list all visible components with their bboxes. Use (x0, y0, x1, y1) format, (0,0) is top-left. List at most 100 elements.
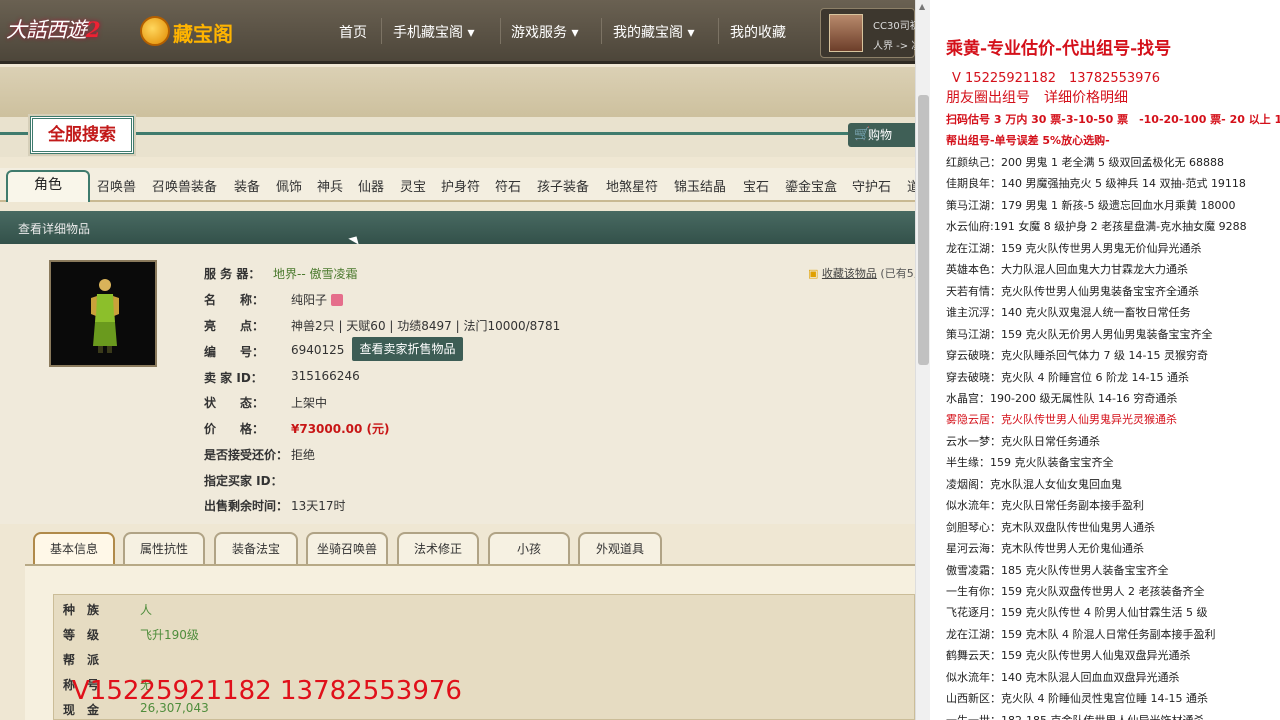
dhxy-logo[interactable]: 大話西遊2 (6, 14, 118, 50)
seller-label: 卖 家 ID： (204, 371, 263, 385)
promo-list-item: 天若有情：克火队传世男人仙男鬼装备宝宝齐全通杀 (946, 284, 1199, 298)
seller-value: 315166246 (291, 369, 360, 383)
attr-label: 种族 (63, 603, 112, 617)
category-tab[interactable]: 召唤兽装备 (152, 176, 217, 195)
tab-basic-info[interactable]: 基本信息 (33, 532, 115, 564)
cart-button[interactable]: 🛒 购物 (848, 123, 915, 147)
highlight-label: 亮 点： (204, 319, 265, 333)
divider (0, 132, 30, 135)
category-tab[interactable]: 灵宝 (400, 176, 426, 195)
name-label: 名 称： (204, 293, 265, 307)
promo-friends: 朋友圈出组号 详细价格明细 (946, 90, 1128, 106)
banner-band (0, 67, 915, 117)
status-label: 状 态： (204, 396, 265, 410)
promo-list-item: 一生一世：182-185 克金队传世男人仙异光饰材通杀 (946, 712, 1204, 720)
category-tab[interactable]: 仙器 (358, 176, 384, 195)
coin-icon (140, 16, 170, 46)
scroll-up-icon[interactable]: ▲ (919, 2, 925, 11)
server-label: 服 务 器： (204, 267, 261, 281)
tab-mounts[interactable]: 坐骑召唤兽 (306, 532, 388, 564)
promo-contact: V 15225921182 13782553976 (952, 71, 1160, 86)
promo-list-item: 星河云海：克木队传世男人无价鬼仙通杀 (946, 542, 1144, 556)
nav-game-service[interactable]: 游戏服务 ▾ (511, 22, 578, 42)
promo-list-item: 似水流年：140 克木队混人回血血双盘异光通杀 (946, 670, 1180, 684)
detail-strip: 查看详细物品 (0, 211, 915, 244)
promo-list-item: 水晶宫：190-200 级无属性队 14-16 穷奇通杀 (946, 391, 1178, 405)
promo-panel: 乘黄-专业估价-代出组号-找号 V 15225921182 1378255397… (930, 0, 1280, 720)
promo-title: 乘黄-专业估价-代出组号-找号 (946, 39, 1172, 59)
promo-list-item: 水云仙府:191 女魔 8 级护身 2 老孩星盘满-克水抽女魔 9288 (946, 220, 1247, 234)
category-tab[interactable]: 神兵 (317, 176, 343, 195)
nav-mobile-cbg[interactable]: 手机藏宝阁 ▾ (393, 22, 474, 42)
category-tab[interactable]: 鎏金宝盒 (785, 176, 837, 195)
designated-buyer-label: 指定买家 ID： (204, 474, 283, 488)
tab-spell[interactable]: 法术修正 (397, 532, 479, 564)
category-tab[interactable]: 守护石 (852, 176, 891, 195)
cbg-logo[interactable]: 藏宝阁 (140, 14, 244, 50)
nav-my-favorites[interactable]: 我的收藏 (730, 22, 786, 42)
user-name: CC30司初 (873, 21, 920, 32)
attr-value: 飞升190级 (140, 628, 199, 642)
category-tab[interactable]: 符石 (495, 176, 521, 195)
tab-equipment[interactable]: 装备法宝 (214, 532, 298, 564)
tab-attributes[interactable]: 属性抗性 (123, 532, 205, 564)
id-value: 6940125 (291, 343, 345, 357)
category-tab[interactable]: 宝石 (743, 176, 769, 195)
promo-list-item: 傲雪凌霜：185 克火队传世男人装备宝宝齐全 (946, 563, 1169, 577)
category-tab[interactable]: 护身符 (441, 176, 480, 195)
scrollbar[interactable]: ▲ (915, 0, 930, 720)
divider (134, 132, 850, 135)
promo-list-item: 穿云破晓：克火队睡杀回气体力 7 级 14-15 灵猴穷奇 (946, 349, 1208, 363)
category-tab[interactable]: 地煞星符 (606, 176, 658, 195)
nav-home[interactable]: 首页 (339, 22, 367, 42)
promo-list-item: 剑胆琴心：克木队双盘队传世仙鬼男人通杀 (946, 520, 1155, 534)
nav-divider (718, 18, 719, 44)
price-value: ¥73000.00 (元) (291, 422, 390, 436)
promo-list-item: 龙在江湖：159 克火队传世男人男鬼无价仙异光通杀 (946, 241, 1202, 255)
promo-list-item: 英雄本色：大力队混人回血鬼大力甘霖龙大力通杀 (946, 263, 1188, 277)
status-value: 上架中 (291, 396, 328, 410)
attr-label: 等级 (63, 628, 112, 642)
promo-list-item: 谁主沉浮：140 克火队双鬼混人统一畜牧日常任务 (946, 306, 1191, 320)
attr-value: 人 (140, 603, 153, 617)
scrollbar-thumb[interactable] (918, 95, 929, 365)
cart-icon: 🛒 (854, 127, 871, 142)
tab-children[interactable]: 小孩 (488, 532, 570, 564)
detail-strip-label: 查看详细物品 (18, 222, 91, 236)
promo-list-item: 佳期良年：140 男魔强抽克火 5 级神兵 14 双抽-范式 19118 (946, 177, 1246, 191)
promo-list-item: 红颜纨己：200 男鬼 1 老全满 5 级双回孟极化无 68888 (946, 156, 1224, 169)
promo-list-item: 似水流年：克火队日常任务副本接手盈利 (946, 499, 1144, 513)
promo-list-item: 鹤舞云天：159 克火队传世男人仙鬼双盘异光通杀 (946, 649, 1191, 663)
top-nav: 大話西遊2 藏宝阁 首页 手机藏宝阁 ▾ 游戏服务 ▾ 我的藏宝阁 ▾ 我的收藏… (0, 0, 921, 64)
user-box[interactable]: CC30司初 人界 -> 凌 (820, 8, 921, 58)
favorite-link[interactable]: ▣ 收藏该物品 (已有5, (808, 265, 917, 281)
tab-appearance[interactable]: 外观道具 (578, 532, 662, 564)
nav-divider (381, 18, 382, 44)
promo-help: 帮出组号-单号误差 5%放心选购- (946, 134, 1110, 147)
character-figure-icon (91, 279, 119, 353)
promo-list-item: 穿去破晓：克火队 4 阶睡宫位 6 阶龙 14-15 通杀 (946, 370, 1189, 384)
cbg-logo-text: 藏宝阁 (173, 22, 233, 46)
all-server-search-title[interactable]: 全服搜索 (30, 116, 134, 154)
category-tab[interactable]: 装备 (234, 176, 260, 195)
promo-list-item: 龙在江湖：159 克木队 4 阶混人日常任务副本接手盈利 (946, 627, 1216, 641)
avatar (829, 14, 863, 52)
counter-offer-label: 是否接受还价： (204, 448, 289, 462)
promo-list-item: 策马江湖：159 克火队无价男人男仙男鬼装备宝宝齐全 (946, 327, 1213, 341)
category-tab[interactable]: 孩子装备 (537, 176, 589, 195)
highlight-value: 神兽2只 | 天赋60 | 功绩8497 | 法门10000/8781 (291, 319, 561, 333)
nav-divider (500, 18, 501, 44)
name-value: 纯阳子 (291, 291, 344, 308)
category-tab[interactable]: 召唤兽 (97, 176, 136, 195)
category-tab-role[interactable]: 角色 (6, 170, 90, 202)
nav-my-cbg[interactable]: 我的藏宝阁 ▾ (613, 22, 694, 42)
nav-divider (601, 18, 602, 44)
promo-list-item: 策马江湖：179 男鬼 1 新孩-5 级遗忘回血水月乘黄 18000 (946, 198, 1236, 212)
category-tab[interactable]: 佩饰 (276, 176, 302, 195)
promo-list-item: 飞花逐月：159 克火队传世 4 阶男人仙甘霖生活 5 级 (946, 606, 1208, 620)
category-tab[interactable]: 锦玉结晶 (674, 176, 726, 195)
view-seller-items-button[interactable]: 查看卖家折售物品 (352, 337, 463, 361)
category-bar: 召唤兽 召唤兽装备 装备 佩饰 神兵 仙器 灵宝 护身符 符石 孩子装备 地煞星… (0, 168, 920, 202)
price-label: 价 格： (204, 422, 265, 436)
server-value: 地界-- 傲雪凌霜 (273, 267, 358, 281)
